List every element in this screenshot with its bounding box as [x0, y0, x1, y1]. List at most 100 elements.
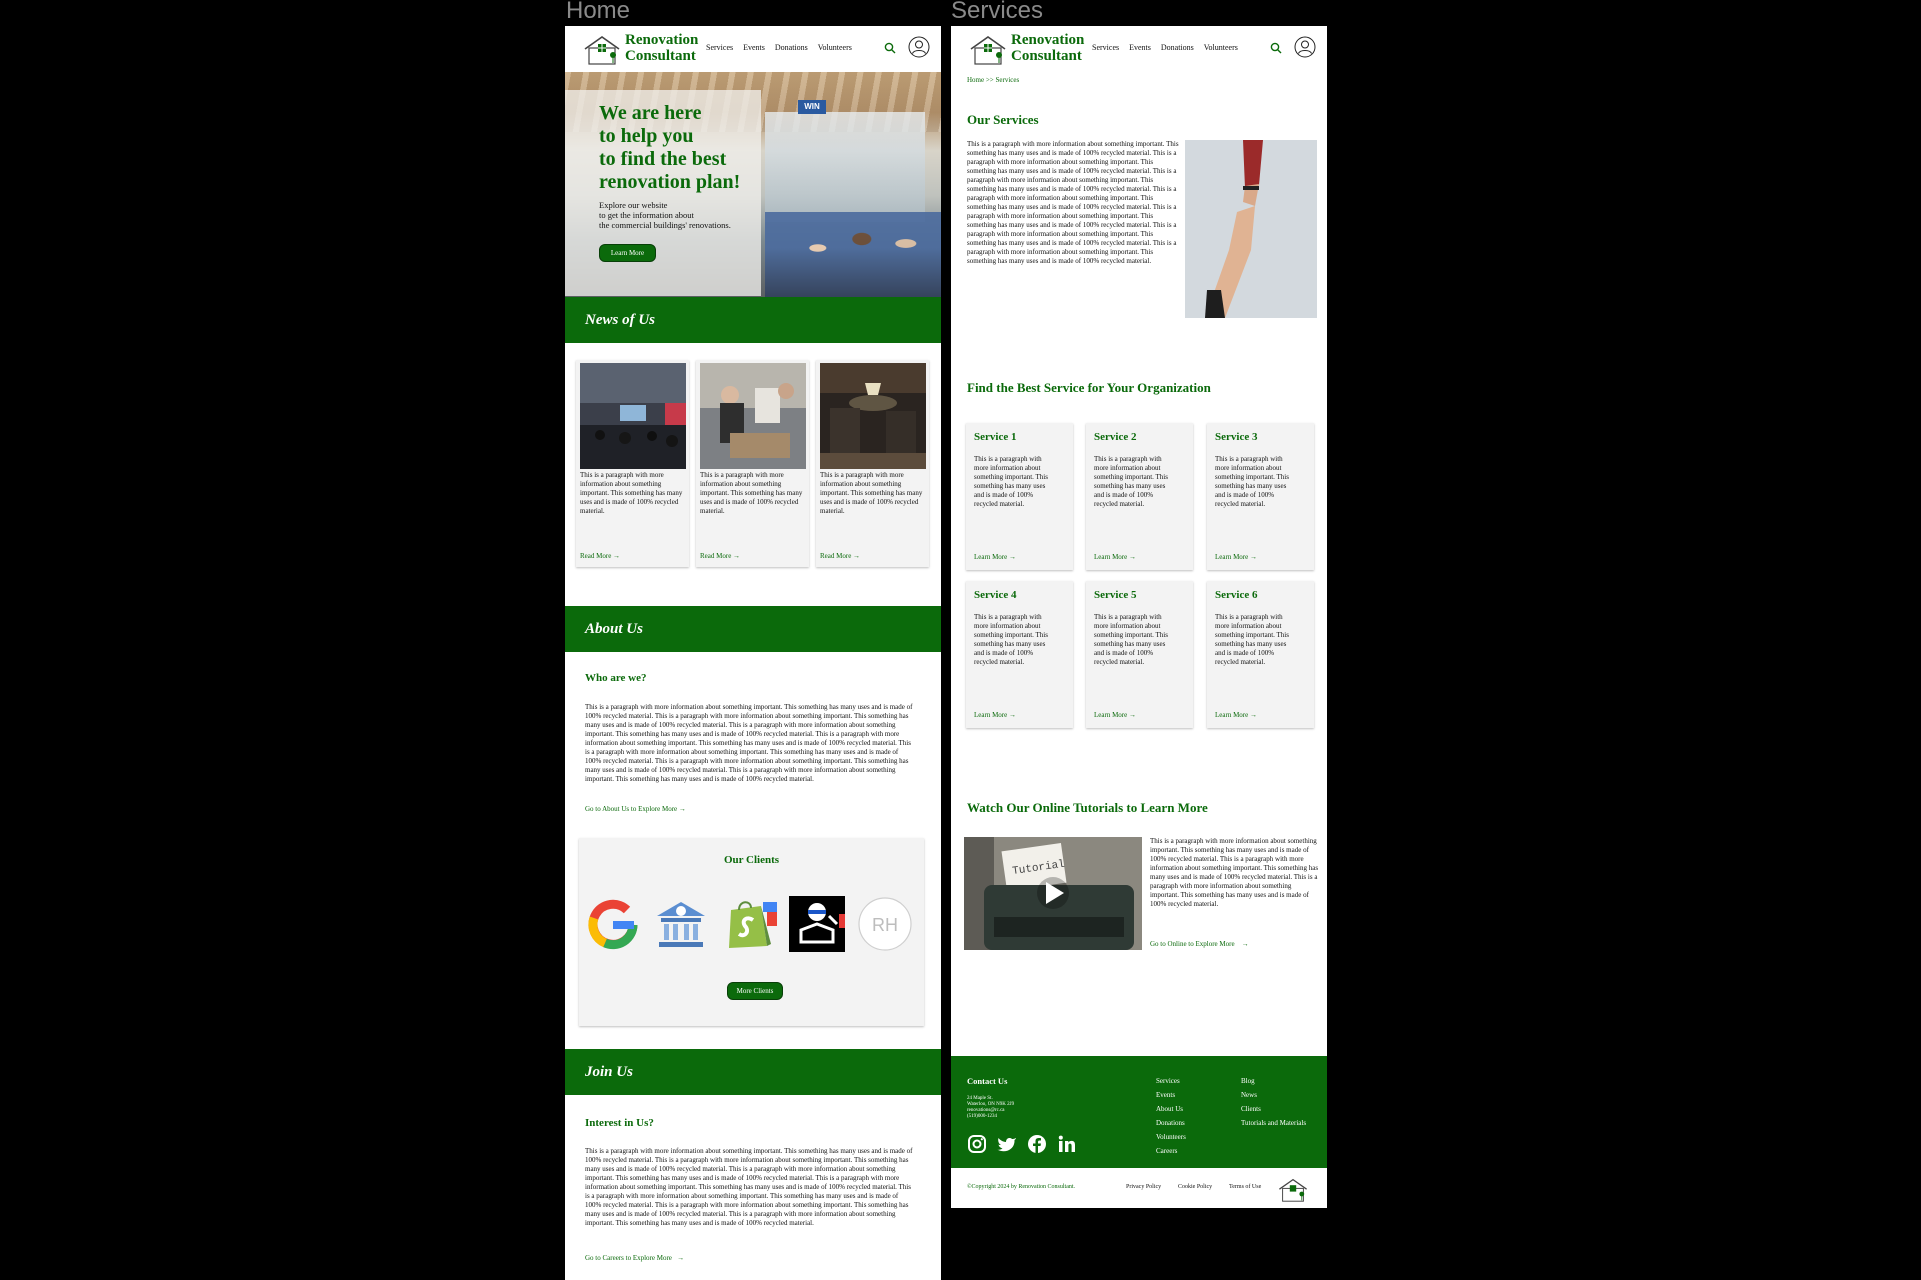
hero-learn-more-button[interactable]: Learn More: [599, 244, 656, 262]
service-card-title: Service 4: [974, 589, 1017, 601]
hero-title-line: We are here: [599, 102, 702, 124]
about-explore-link[interactable]: Go to About Us to Explore More →: [585, 805, 686, 813]
cookie-policy-link[interactable]: Cookie Policy: [1178, 1184, 1212, 1190]
user-account-icon[interactable]: [908, 36, 930, 58]
footer-link-clients[interactable]: Clients: [1241, 1102, 1306, 1116]
footer-link-tutorials[interactable]: Tutorials and Materials: [1241, 1116, 1306, 1130]
footer-link-events[interactable]: Events: [1156, 1088, 1186, 1102]
instagram-icon[interactable]: [967, 1134, 987, 1154]
learn-more-label: Learn More: [974, 553, 1008, 561]
read-more-label: Read More: [700, 552, 732, 560]
learn-more-link[interactable]: Learn More →: [974, 711, 1016, 719]
service-card-title: Service 2: [1094, 431, 1137, 443]
read-more-link[interactable]: Read More →: [580, 552, 620, 560]
service-card[interactable]: Service 2 This is a paragraph with more …: [1086, 423, 1193, 570]
footer-link-about[interactable]: About Us: [1156, 1102, 1186, 1116]
twitter-icon[interactable]: [997, 1134, 1017, 1154]
read-more-label: Read More: [820, 552, 852, 560]
arrow-right-icon: →: [1236, 940, 1249, 948]
footer-link-news[interactable]: News: [1241, 1088, 1306, 1102]
service-card[interactable]: Service 3 This is a paragraph with more …: [1207, 423, 1314, 570]
news-card[interactable]: This is a paragraph with more informatio…: [576, 360, 689, 567]
user-account-icon[interactable]: [1294, 36, 1316, 58]
service-card[interactable]: Service 6 This is a paragraph with more …: [1207, 581, 1314, 728]
hero-subtitle-line: Explore our website: [599, 200, 668, 210]
nav-events[interactable]: Events: [1129, 43, 1151, 52]
news-card[interactable]: This is a paragraph with more informatio…: [816, 360, 929, 567]
learn-more-link[interactable]: Learn More →: [1215, 553, 1257, 561]
service-card[interactable]: Service 4 This is a paragraph with more …: [966, 581, 1073, 728]
read-more-link[interactable]: Read More →: [820, 552, 860, 560]
who-are-we-heading: Who are we?: [585, 672, 647, 684]
footer-link-donations[interactable]: Donations: [1156, 1116, 1186, 1130]
search-icon[interactable]: [1270, 42, 1282, 54]
brand-line2: Consultant: [625, 48, 696, 64]
arrow-right-icon: →: [1128, 711, 1136, 719]
breadcrumb[interactable]: Home >> Services: [967, 76, 1019, 84]
nav-volunteers[interactable]: Volunteers: [1204, 43, 1238, 52]
services-page-frame: Renovation Consultant Services Events Do…: [951, 26, 1327, 1208]
service-card[interactable]: Service 5 This is a paragraph with more …: [1086, 581, 1193, 728]
linkedin-icon[interactable]: [1057, 1134, 1077, 1154]
service-card-text: This is a paragraph with more informatio…: [974, 613, 1048, 666]
nav-services[interactable]: Services: [1092, 43, 1119, 52]
service-card[interactable]: Service 1 This is a paragraph with more …: [966, 423, 1073, 570]
footer-links-col1: Services Events About Us Donations Volun…: [1156, 1074, 1186, 1158]
online-explore-link[interactable]: Go to Online to Explore More →: [1150, 940, 1249, 948]
join-heading-band: Join Us: [565, 1049, 941, 1095]
news-card-text: This is a paragraph with more informatio…: [580, 471, 683, 515]
tutorial-video-thumbnail[interactable]: Tutorial: [964, 837, 1142, 950]
hero-title-line: to help you: [599, 125, 694, 147]
service-card-text: This is a paragraph with more informatio…: [1094, 455, 1168, 508]
site-logo[interactable]: Renovation Consultant: [583, 32, 698, 68]
home-page-frame: Renovation Consultant Services Events Do…: [565, 26, 941, 1280]
nav-donations[interactable]: Donations: [775, 43, 808, 52]
privacy-policy-link[interactable]: Privacy Policy: [1126, 1184, 1161, 1190]
learn-more-link[interactable]: Learn More →: [974, 553, 1016, 561]
careers-explore-link[interactable]: Go to Careers to Explore More →: [585, 1254, 684, 1262]
bank-logo-icon[interactable]: [653, 896, 709, 952]
google-logo-icon[interactable]: [585, 896, 641, 952]
nav-events[interactable]: Events: [743, 43, 765, 52]
site-logo[interactable]: Renovation Consultant: [969, 32, 1084, 68]
news-card[interactable]: This is a paragraph with more informatio…: [696, 360, 809, 567]
rh-logo-icon[interactable]: RH: [857, 896, 913, 952]
contractor-logo-icon[interactable]: [789, 896, 845, 952]
tutorials-heading: Watch Our Online Tutorials to Learn More: [967, 800, 1208, 815]
nav-donations[interactable]: Donations: [1161, 43, 1194, 52]
brand-line2: Consultant: [1011, 48, 1082, 64]
site-header: Renovation Consultant Services Events Do…: [565, 26, 941, 72]
terms-of-use-link[interactable]: Terms of Use: [1229, 1184, 1261, 1190]
footer-link-volunteers[interactable]: Volunteers: [1156, 1130, 1186, 1144]
service-card-title: Service 5: [1094, 589, 1137, 601]
hero-window-image: [765, 112, 925, 222]
nav-volunteers[interactable]: Volunteers: [818, 43, 852, 52]
learn-more-link[interactable]: Learn More →: [1094, 553, 1136, 561]
nav-services[interactable]: Services: [706, 43, 733, 52]
shopify-logo-icon[interactable]: [721, 896, 777, 952]
learn-more-label: Learn More: [1094, 711, 1128, 719]
footer-link-services[interactable]: Services: [1156, 1074, 1186, 1088]
arrow-right-icon: →: [1008, 553, 1016, 561]
facebook-icon[interactable]: [1027, 1134, 1047, 1154]
learn-more-link[interactable]: Learn More →: [1094, 711, 1136, 719]
main-nav: Services Events Donations Volunteers: [1092, 43, 1238, 52]
read-more-link[interactable]: Read More →: [700, 552, 740, 560]
arrow-right-icon: →: [1008, 711, 1016, 719]
arrow-right-icon: →: [853, 552, 861, 560]
news-card-text: This is a paragraph with more informatio…: [700, 471, 803, 515]
search-icon[interactable]: [884, 42, 896, 54]
more-clients-button[interactable]: More Clients: [727, 982, 783, 1000]
find-best-service-heading: Find the Best Service for Your Organizat…: [967, 380, 1211, 395]
service-card-title: Service 1: [974, 431, 1017, 443]
arrow-right-icon: →: [673, 1254, 685, 1262]
brand-name: Renovation Consultant: [625, 32, 698, 64]
service-card-title: Service 6: [1215, 589, 1258, 601]
arrow-right-icon: →: [1128, 553, 1136, 561]
footer-house-logo-icon[interactable]: [1277, 1178, 1309, 1202]
footer-link-blog[interactable]: Blog: [1241, 1074, 1306, 1088]
hero-audience-image: [765, 212, 941, 297]
learn-more-link[interactable]: Learn More →: [1215, 711, 1257, 719]
footer-link-careers[interactable]: Careers: [1156, 1144, 1186, 1158]
site-footer: Contact Us 24 Maple St. Waterloo, ON N9K…: [951, 1056, 1327, 1168]
